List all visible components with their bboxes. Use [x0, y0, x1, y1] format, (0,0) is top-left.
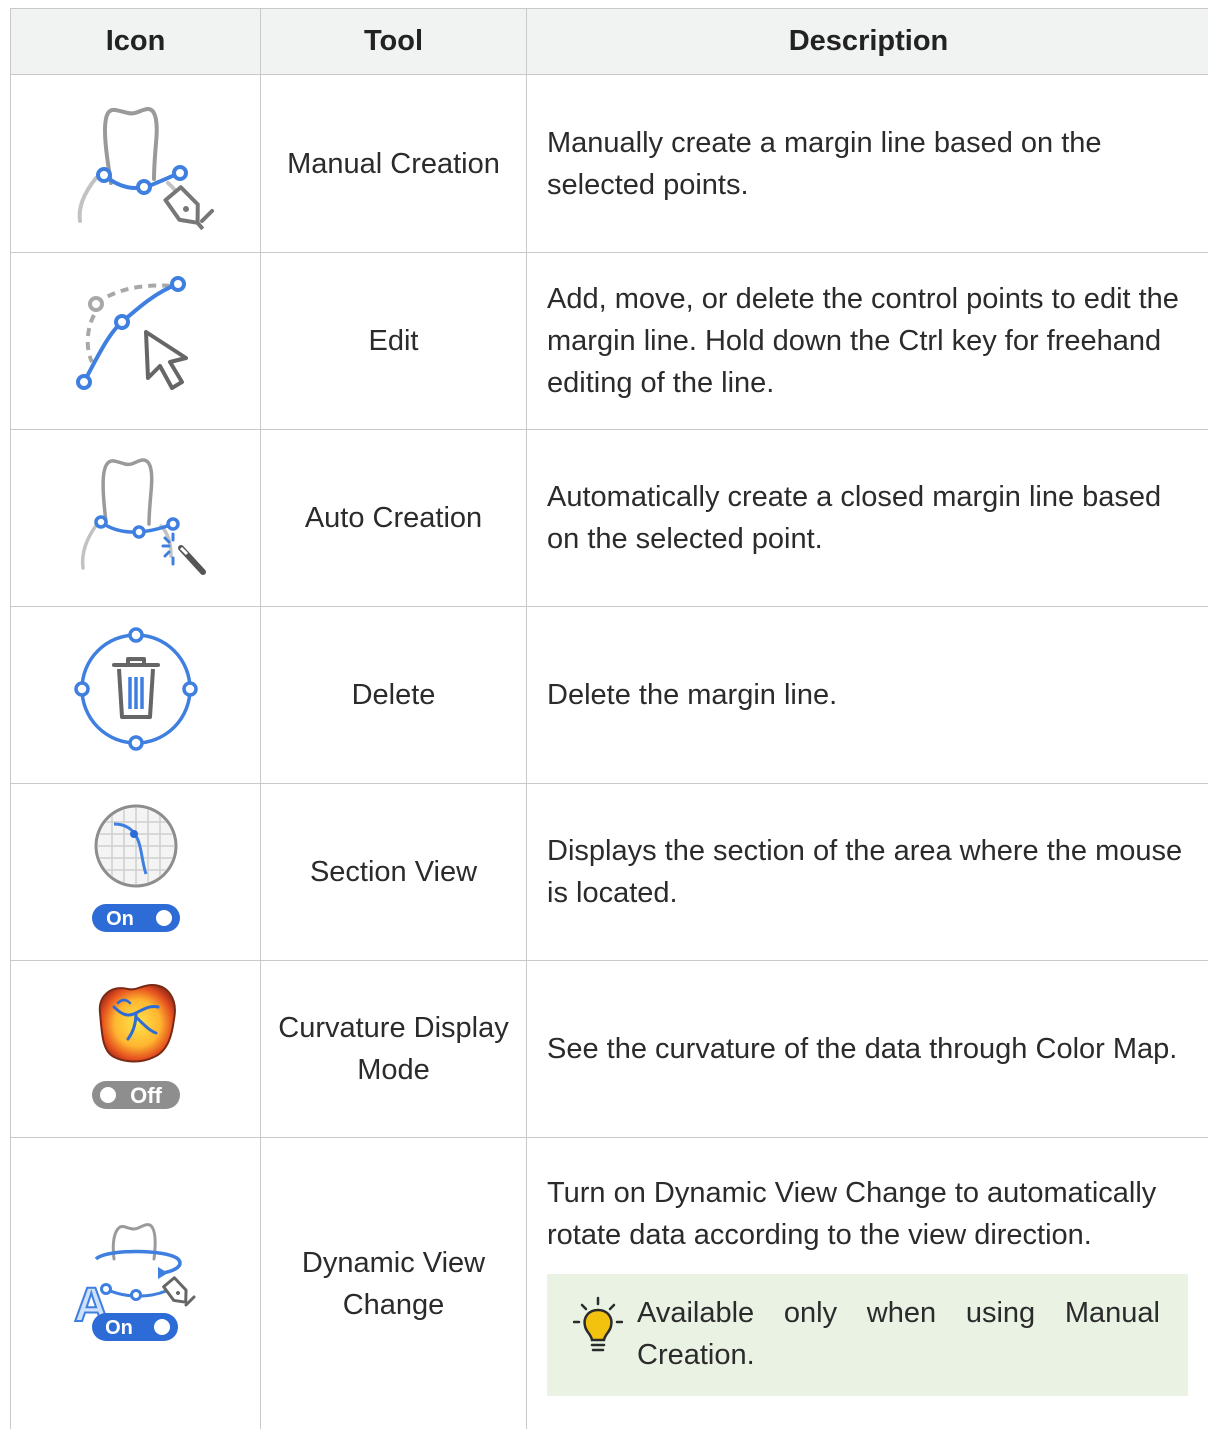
- tool-description: See the curvature of the data through Co…: [526, 960, 1208, 1138]
- table-row: Auto Creation Automatically create a clo…: [10, 429, 1208, 607]
- lightbulb-icon: [572, 1296, 624, 1370]
- header-description: Description: [526, 8, 1208, 75]
- tools-table: Icon Tool Description Manual Creation Ma…: [10, 8, 1208, 1429]
- tool-name: Auto Creation: [260, 429, 527, 607]
- section-view-icon: On: [86, 800, 186, 944]
- header-icon: Icon: [10, 8, 261, 75]
- dynamic-view-change-icon: A On: [66, 1213, 206, 1355]
- auto-creation-icon: [61, 442, 211, 594]
- toggle-on-label: On: [106, 908, 134, 930]
- tool-description: Manually create a margin line based on t…: [526, 74, 1208, 253]
- table-row: Delete Delete the margin line.: [10, 606, 1208, 784]
- curvature-display-icon: Off: [86, 977, 186, 1121]
- toggle-on-label: On: [105, 1317, 133, 1339]
- tool-name: Section View: [260, 783, 527, 961]
- toggle-off-label: Off: [130, 1083, 162, 1108]
- tool-description: Add, move, or delete the control points …: [526, 252, 1208, 430]
- manual-creation-icon: [56, 83, 216, 245]
- tool-description: Automatically create a closed margin lin…: [526, 429, 1208, 607]
- table-row: On Section View Displays the section of …: [10, 783, 1208, 961]
- tool-name: Manual Creation: [260, 74, 527, 253]
- table-row: Off Curvature Display Mode See the curva…: [10, 960, 1208, 1138]
- table-row: Manual Creation Manually create a margin…: [10, 74, 1208, 253]
- tool-description: Displays the section of the area where t…: [526, 783, 1208, 961]
- tool-name: Curvature Display Mode: [260, 960, 527, 1138]
- tool-name: Edit: [260, 252, 527, 430]
- table-header-row: Icon Tool Description: [10, 8, 1208, 75]
- table-row: A On Dynamic View Change Turn on Dynamic…: [10, 1137, 1208, 1429]
- tool-description: Turn on Dynamic View Change to automatic…: [547, 1176, 1157, 1251]
- tool-name: Delete: [260, 606, 527, 784]
- edit-margin-icon: [66, 270, 206, 412]
- table-row: Edit Add, move, or delete the control po…: [10, 252, 1208, 430]
- header-tool: Tool: [260, 8, 527, 75]
- tip-text: Available only when using Manual Creatio…: [637, 1296, 1160, 1371]
- tip-box: Available only when using Manual Creatio…: [547, 1273, 1188, 1396]
- tool-name: Dynamic View Change: [260, 1137, 527, 1429]
- tool-description: Delete the margin line.: [526, 606, 1208, 784]
- delete-margin-icon: [66, 619, 206, 771]
